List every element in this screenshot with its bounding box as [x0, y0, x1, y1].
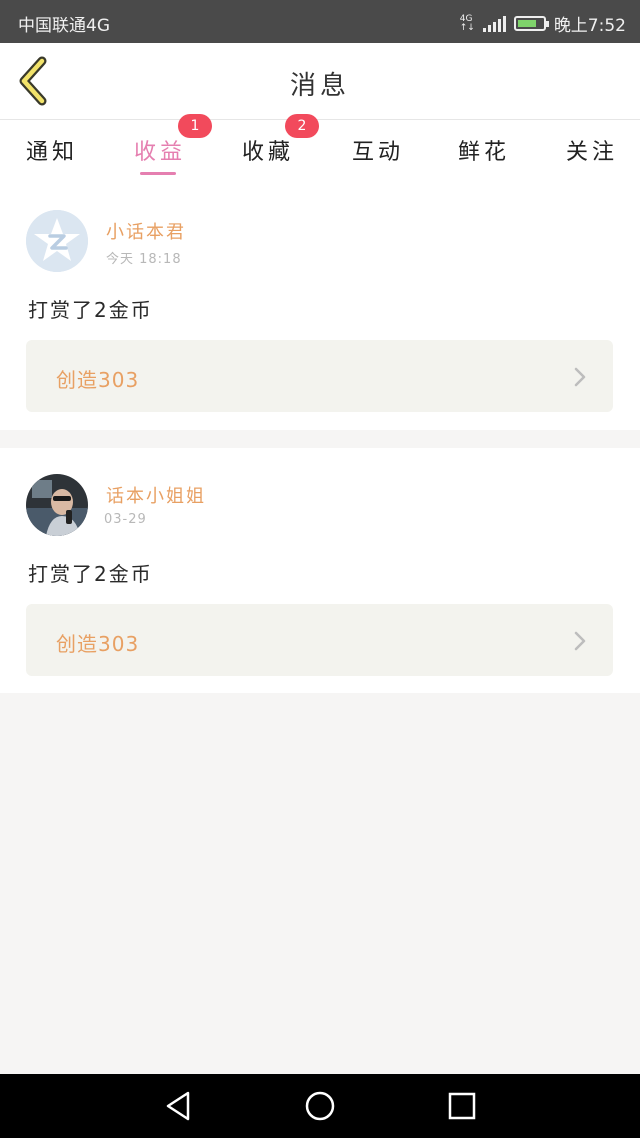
network-indicator: 4G ↑↓ — [459, 14, 475, 33]
tab-favorites[interactable]: 收藏 — [242, 134, 294, 166]
tab-label: 鲜花 — [458, 140, 511, 165]
work-link[interactable]: 创造303 — [26, 604, 613, 676]
tab-follows[interactable]: 关注 — [566, 134, 618, 166]
tab-earnings[interactable]: 收益 — [134, 134, 187, 175]
active-tab-indicator — [140, 172, 177, 175]
message-card: 小话本君 今天 18:18 打赏了2金币 创造303 — [0, 182, 640, 430]
clock-time: 晚上7:52 — [553, 16, 626, 36]
message-text: 打赏了2金币 — [28, 298, 153, 322]
tab-label: 关注 — [566, 140, 619, 165]
status-bar: 中国联通4G 4G ↑↓ 晚上7:52 — [0, 0, 640, 43]
user-photo-icon — [26, 474, 88, 536]
nav-back-button[interactable] — [162, 1090, 194, 1122]
home-circle-icon — [305, 1091, 335, 1121]
status-icons: 4G ↑↓ 晚上7:52 — [460, 11, 626, 36]
favorites-count-badge: 2 — [285, 114, 319, 138]
tab-bar: 通知 收益 1 收藏 2 互动 鲜花 关注 — [0, 114, 640, 182]
back-triangle-icon — [166, 1091, 190, 1121]
chevron-right-icon — [574, 367, 586, 387]
tab-label: 收益 — [134, 140, 187, 165]
chevron-right-icon — [574, 631, 586, 651]
work-title: 创造303 — [56, 632, 140, 656]
work-title: 创造303 — [56, 368, 140, 392]
nav-recents-button[interactable] — [446, 1090, 478, 1122]
message-time: 03-29 — [104, 512, 147, 527]
tab-label: 收藏 — [242, 140, 295, 165]
username[interactable]: 小话本君 — [106, 218, 186, 244]
system-navigation-bar — [0, 1074, 640, 1138]
earnings-count-badge: 1 — [178, 114, 212, 138]
recents-square-icon — [448, 1092, 476, 1120]
nav-home-button[interactable] — [304, 1090, 336, 1122]
message-card: 话本小姐姐 03-29 打赏了2金币 创造303 — [0, 448, 640, 693]
message-text: 打赏了2金币 — [28, 562, 153, 586]
tab-label: 通知 — [26, 140, 79, 165]
carrier-label: 中国联通4G — [18, 16, 110, 36]
battery-icon — [513, 16, 549, 31]
page-title: 消息 — [289, 71, 350, 101]
top-app-bar: 消息 — [0, 43, 640, 120]
username[interactable]: 话本小姐姐 — [106, 482, 206, 508]
work-link[interactable]: 创造303 — [26, 340, 613, 412]
qzone-logo-icon — [26, 210, 88, 272]
message-time: 今天 18:18 — [106, 252, 182, 267]
tab-notifications[interactable]: 通知 — [26, 134, 78, 166]
avatar[interactable] — [26, 210, 88, 272]
tab-label: 互动 — [352, 140, 405, 165]
avatar[interactable] — [26, 474, 88, 536]
signal-icon — [482, 15, 506, 32]
tab-interactions[interactable]: 互动 — [352, 134, 404, 166]
network-activity-label: ↑↓ — [459, 22, 475, 33]
tab-flowers[interactable]: 鲜花 — [458, 134, 510, 166]
